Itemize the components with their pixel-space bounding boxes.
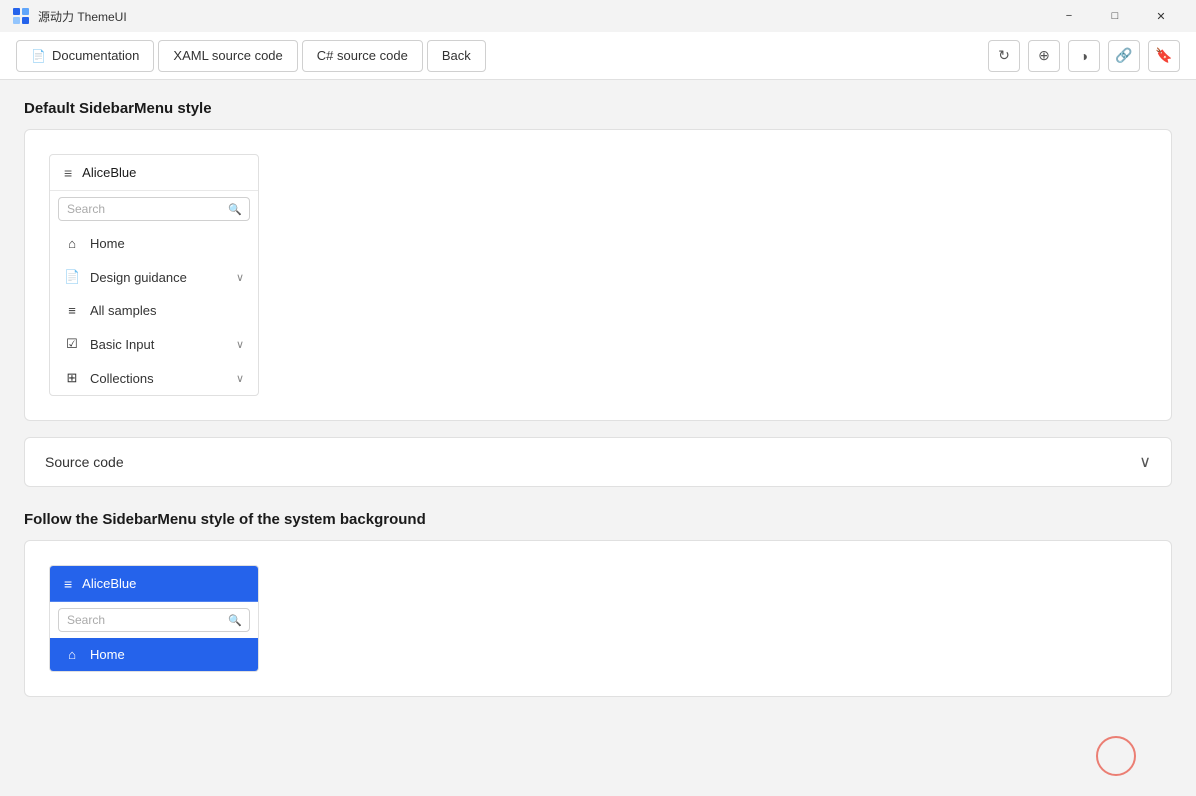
documentation-label: Documentation: [52, 48, 139, 63]
contrast-icon: ◑: [1080, 48, 1088, 64]
sidebar-search-default[interactable]: 🔍: [58, 197, 250, 221]
maximize-button[interactable]: □: [1092, 0, 1138, 32]
toolbar-nav-buttons: 📄 Documentation XAML source code C# sour…: [16, 40, 486, 72]
nav-item-collections[interactable]: ⊞ Collections ∨: [50, 361, 258, 395]
sidebar-header-default: ≡ AliceBlue: [50, 155, 258, 191]
collections-icon: ⊞: [64, 370, 80, 386]
share-button[interactable]: ⊕: [1028, 40, 1060, 72]
nav-label-basic-input: Basic Input: [90, 337, 154, 352]
share-icon: ⊕: [1038, 47, 1050, 64]
section2-title: Follow the SidebarMenu style of the syst…: [24, 511, 1172, 528]
chevron-down-icon-3: ∨: [236, 372, 244, 385]
section2-demo-card: ≡ AliceBlue 🔍 ⌂ Home: [24, 540, 1172, 697]
sidebar-menu-default: ≡ AliceBlue 🔍 ⌂ Home 📄 Design guidance ∨…: [49, 154, 259, 396]
source-code-chevron: ∨: [1139, 452, 1151, 472]
hamburger-icon: ≡: [64, 166, 72, 180]
csharp-label: C# source code: [317, 48, 408, 63]
app-logo: [12, 7, 30, 25]
chevron-down-icon: ∨: [236, 271, 244, 284]
close-button[interactable]: ✕: [1138, 0, 1184, 32]
titlebar-controls: − □ ✕: [1046, 0, 1184, 32]
nav-item-all-samples[interactable]: ≡ All samples: [50, 294, 258, 327]
home-icon: ⌂: [64, 236, 80, 251]
search-input-default[interactable]: [67, 202, 222, 216]
toolbar-action-buttons: ↻ ⊕ ◑ 🔗 🔖: [988, 40, 1180, 72]
sidebar-title-blue: AliceBlue: [82, 576, 136, 591]
main-content: Default SidebarMenu style ≡ AliceBlue 🔍 …: [0, 80, 1196, 796]
home-icon-blue: ⌂: [64, 647, 80, 662]
basic-input-icon: ☑: [64, 336, 80, 352]
chevron-down-icon-2: ∨: [236, 338, 244, 351]
bookmark-button[interactable]: 🔖: [1148, 40, 1180, 72]
xaml-source-button[interactable]: XAML source code: [158, 40, 297, 72]
all-samples-icon: ≡: [64, 303, 80, 318]
nav-item-home[interactable]: ⌂ Home: [50, 227, 258, 260]
nav-label-home-blue: Home: [90, 647, 125, 662]
search-input-blue[interactable]: [67, 613, 222, 627]
sidebar-menu-blue: ≡ AliceBlue 🔍 ⌂ Home: [49, 565, 259, 672]
nav-label-design-guidance: Design guidance: [90, 270, 187, 285]
toolbar: 📄 Documentation XAML source code C# sour…: [0, 32, 1196, 80]
contrast-button[interactable]: ◑: [1068, 40, 1100, 72]
xaml-label: XAML source code: [173, 48, 282, 63]
csharp-source-button[interactable]: C# source code: [302, 40, 423, 72]
link-icon: 🔗: [1115, 47, 1132, 64]
design-guidance-icon: 📄: [64, 269, 80, 285]
section1-demo-card: ≡ AliceBlue 🔍 ⌂ Home 📄 Design guidance ∨…: [24, 129, 1172, 421]
back-button[interactable]: Back: [427, 40, 486, 72]
search-icon: 🔍: [228, 203, 242, 216]
hamburger-icon-blue: ≡: [64, 577, 72, 591]
titlebar: 源动力 ThemeUI − □ ✕: [0, 0, 1196, 32]
refresh-icon: ↻: [998, 47, 1010, 64]
nav-label-all-samples: All samples: [90, 303, 156, 318]
source-code-label: Source code: [45, 454, 124, 470]
titlebar-left: 源动力 ThemeUI: [12, 7, 127, 25]
section1-title: Default SidebarMenu style: [24, 100, 1172, 117]
search-icon-blue: 🔍: [228, 614, 242, 627]
doc-icon: 📄: [31, 49, 46, 63]
sidebar-title-default: AliceBlue: [82, 165, 136, 180]
link-button[interactable]: 🔗: [1108, 40, 1140, 72]
documentation-button[interactable]: 📄 Documentation: [16, 40, 154, 72]
nav-item-design-guidance[interactable]: 📄 Design guidance ∨: [50, 260, 258, 294]
back-label: Back: [442, 48, 471, 63]
minimize-button[interactable]: −: [1046, 0, 1092, 32]
sidebar-header-blue: ≡ AliceBlue: [50, 566, 258, 602]
nav-label-collections: Collections: [90, 371, 154, 386]
nav-item-basic-input[interactable]: ☑ Basic Input ∨: [50, 327, 258, 361]
sidebar-search-blue[interactable]: 🔍: [58, 608, 250, 632]
source-code-bar[interactable]: Source code ∨: [24, 437, 1172, 487]
app-title: 源动力 ThemeUI: [38, 8, 127, 25]
bookmark-icon: 🔖: [1155, 47, 1172, 64]
nav-item-home-blue[interactable]: ⌂ Home: [50, 638, 258, 671]
refresh-button[interactable]: ↻: [988, 40, 1020, 72]
nav-label-home: Home: [90, 236, 125, 251]
